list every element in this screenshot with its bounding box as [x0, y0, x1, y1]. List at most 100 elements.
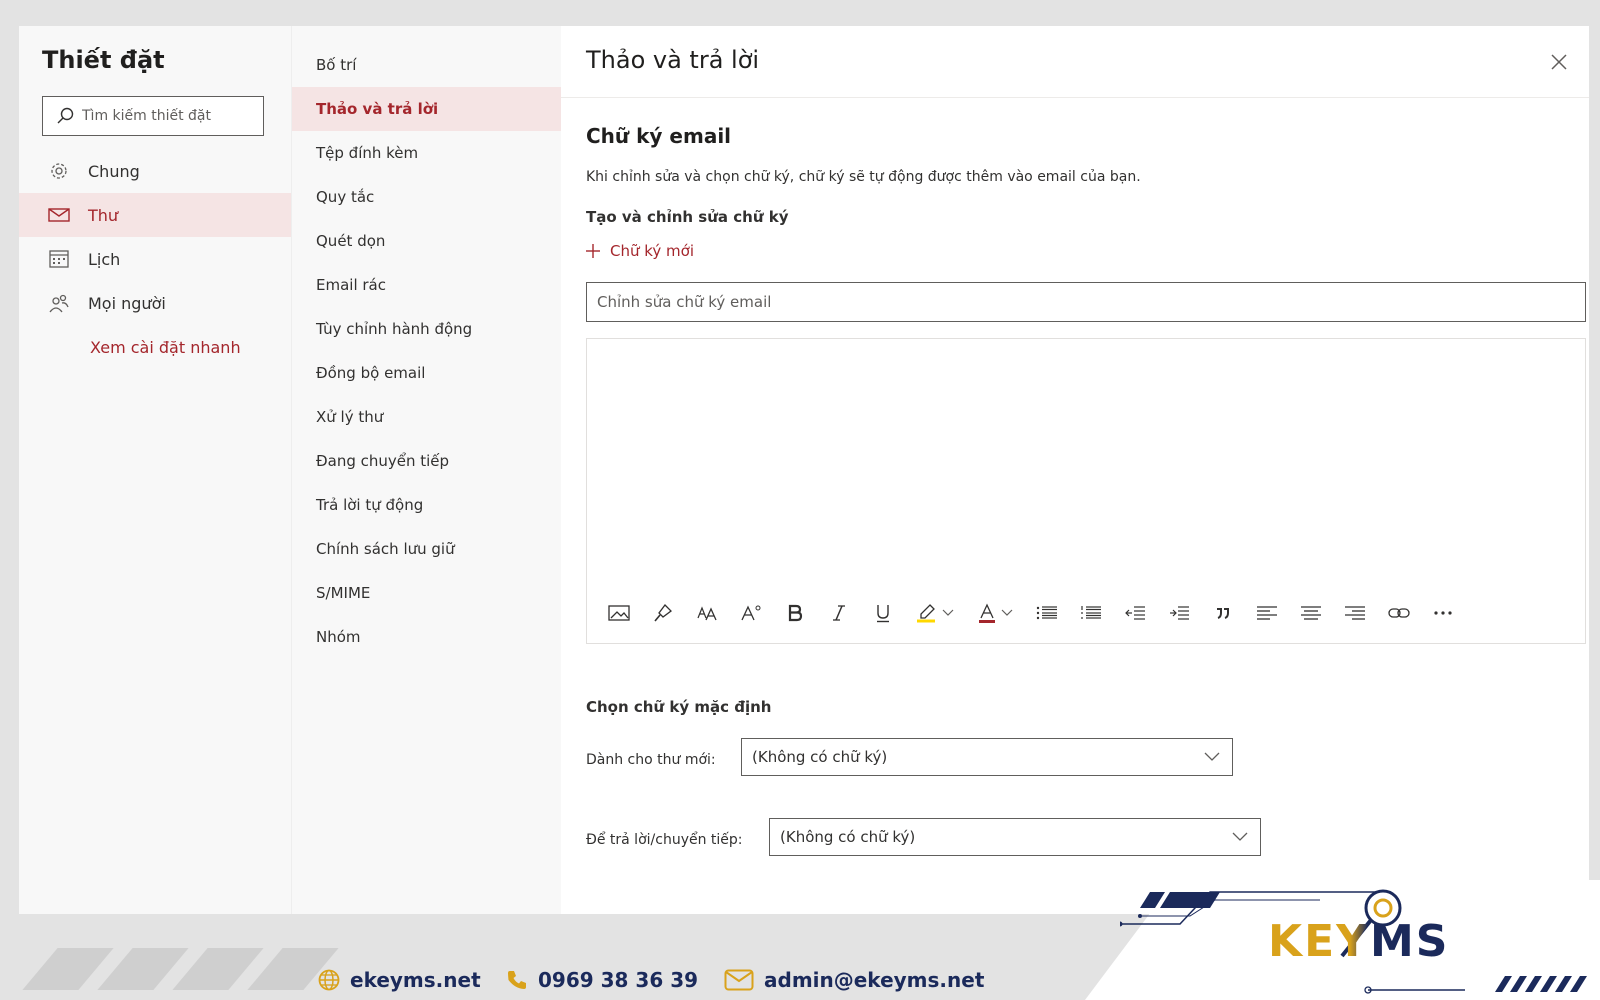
more-icon	[1434, 611, 1452, 615]
decorative-stripe	[172, 948, 264, 990]
decrease-indent-icon	[1125, 606, 1145, 620]
create-edit-heading: Tạo và chỉnh sửa chữ ký	[586, 208, 789, 226]
nav-item-people[interactable]: Mọi người	[19, 281, 291, 325]
align-right-button[interactable]	[1333, 591, 1377, 635]
globe-icon	[318, 969, 340, 991]
email-contact[interactable]: admin@ekeyms.net	[724, 968, 984, 992]
email-text: admin@ekeyms.net	[764, 968, 985, 992]
chevron-down-icon	[1204, 752, 1220, 761]
brand-logo: KEYMS	[1268, 916, 1450, 967]
subcategory-message-handling[interactable]: Xử lý thư	[292, 395, 562, 439]
more-options-button[interactable]	[1421, 591, 1465, 635]
settings-title: Thiết đặt	[42, 46, 165, 74]
section-description: Khi chỉnh sửa và chọn chữ ký, chữ ký sẽ …	[586, 169, 1141, 185]
default-signature-heading: Chọn chữ ký mặc định	[586, 698, 772, 716]
nav-item-mail[interactable]: Thư	[19, 193, 291, 237]
underline-icon	[877, 605, 889, 623]
format-painter-icon	[654, 604, 672, 622]
link-icon	[1388, 608, 1410, 618]
subcategory-customize-actions[interactable]: Tùy chỉnh hành động	[292, 307, 562, 351]
increase-indent-button[interactable]	[1157, 591, 1201, 635]
subcategory-retention-policies[interactable]: Chính sách lưu giữ	[292, 527, 562, 571]
nav-item-general[interactable]: Chung	[19, 149, 291, 193]
subcategory-junk-email[interactable]: Email rác	[292, 263, 562, 307]
signature-editor	[586, 338, 1586, 644]
replies-signature-dropdown[interactable]: (Không có chữ ký)	[769, 818, 1261, 856]
decorative-stripe	[22, 948, 114, 990]
subcategory-layout[interactable]: Bố trí	[292, 43, 562, 87]
close-button[interactable]	[1547, 50, 1571, 74]
nav-item-label: Thư	[88, 205, 119, 225]
settings-search-input[interactable]	[82, 108, 252, 124]
settings-search-box[interactable]	[42, 96, 264, 136]
underline-button[interactable]	[861, 591, 905, 635]
superscript-button[interactable]	[729, 591, 773, 635]
subcategory-smime[interactable]: S/MIME	[292, 571, 562, 615]
gear-icon	[48, 160, 70, 182]
font-color-icon	[979, 603, 995, 623]
new-signature-button[interactable]: Chữ ký mới	[586, 242, 694, 260]
font-size-button[interactable]	[685, 591, 729, 635]
insert-link-button[interactable]	[1377, 591, 1421, 635]
chevron-down-icon	[1001, 609, 1013, 616]
highlighter-icon	[917, 604, 935, 623]
dropdown-value: (Không có chữ ký)	[780, 828, 916, 846]
font-color-button[interactable]	[965, 591, 1025, 635]
superscript-icon	[741, 605, 761, 621]
phone-contact[interactable]: 0969 38 36 39	[506, 968, 698, 992]
italic-icon	[833, 605, 845, 621]
new-messages-signature-dropdown[interactable]: (Không có chữ ký)	[741, 738, 1233, 776]
panel-header: Thảo và trả lời	[561, 26, 1589, 98]
decrease-indent-button[interactable]	[1113, 591, 1157, 635]
mail-subcategories: Bố trí Thảo và trả lời Tệp đính kèm Quy …	[291, 26, 562, 914]
subcategory-sweep[interactable]: Quét dọn	[292, 219, 562, 263]
chevron-down-icon	[1232, 832, 1248, 841]
subcategory-automatic-replies[interactable]: Trả lời tự động	[292, 483, 562, 527]
section-title: Chữ ký email	[586, 124, 732, 148]
website-contact[interactable]: ekeyms.net	[318, 968, 481, 992]
close-icon	[1551, 54, 1567, 70]
nav-item-label: Chung	[88, 161, 140, 181]
settings-categories: Thiết đặt Chung Thư Lịch	[19, 26, 291, 914]
subcategory-compose-reply[interactable]: Thảo và trả lời	[292, 87, 562, 131]
dropdown-value: (Không có chữ ký)	[752, 748, 888, 766]
decorative-stripe	[97, 948, 189, 990]
mail-icon	[48, 204, 70, 226]
align-left-button[interactable]	[1245, 591, 1289, 635]
website-text: ekeyms.net	[350, 968, 481, 992]
calendar-icon	[48, 248, 70, 270]
signature-editor-area[interactable]	[587, 339, 1585, 579]
nav-item-label: Mọi người	[88, 293, 166, 313]
settings-detail-panel: Thảo và trả lời Chữ ký email Khi chỉnh s…	[561, 26, 1589, 914]
subcategory-attachments[interactable]: Tệp đính kèm	[292, 131, 562, 175]
chevron-down-icon	[942, 609, 954, 616]
align-left-icon	[1257, 606, 1277, 620]
envelope-icon	[724, 969, 754, 991]
quote-button[interactable]	[1201, 591, 1245, 635]
subcategory-forwarding[interactable]: Đang chuyển tiếp	[292, 439, 562, 483]
bullets-button[interactable]	[1025, 591, 1069, 635]
settings-window: Thiết đặt Chung Thư Lịch	[19, 26, 1589, 914]
phone-text: 0969 38 36 39	[538, 968, 699, 992]
image-icon	[608, 605, 630, 621]
align-center-button[interactable]	[1289, 591, 1333, 635]
format-painter-button[interactable]	[641, 591, 685, 635]
subcategory-rules[interactable]: Quy tắc	[292, 175, 562, 219]
highlight-color-button[interactable]	[905, 591, 965, 635]
new-signature-label: Chữ ký mới	[610, 242, 695, 260]
subcategory-sync-email[interactable]: Đồng bộ email	[292, 351, 562, 395]
increase-indent-icon	[1170, 606, 1189, 620]
italic-button[interactable]	[817, 591, 861, 635]
formatting-toolbar	[597, 591, 1465, 635]
bold-icon	[788, 604, 803, 622]
insert-image-button[interactable]	[597, 591, 641, 635]
numbered-list-icon	[1081, 606, 1101, 619]
signature-name-input[interactable]	[586, 282, 1586, 322]
numbering-button[interactable]	[1069, 591, 1113, 635]
font-size-icon	[697, 606, 717, 621]
quick-settings-link[interactable]: Xem cài đặt nhanh	[90, 338, 241, 357]
search-icon	[57, 107, 74, 124]
nav-item-calendar[interactable]: Lịch	[19, 237, 291, 281]
subcategory-groups[interactable]: Nhóm	[292, 615, 562, 659]
bold-button[interactable]	[773, 591, 817, 635]
